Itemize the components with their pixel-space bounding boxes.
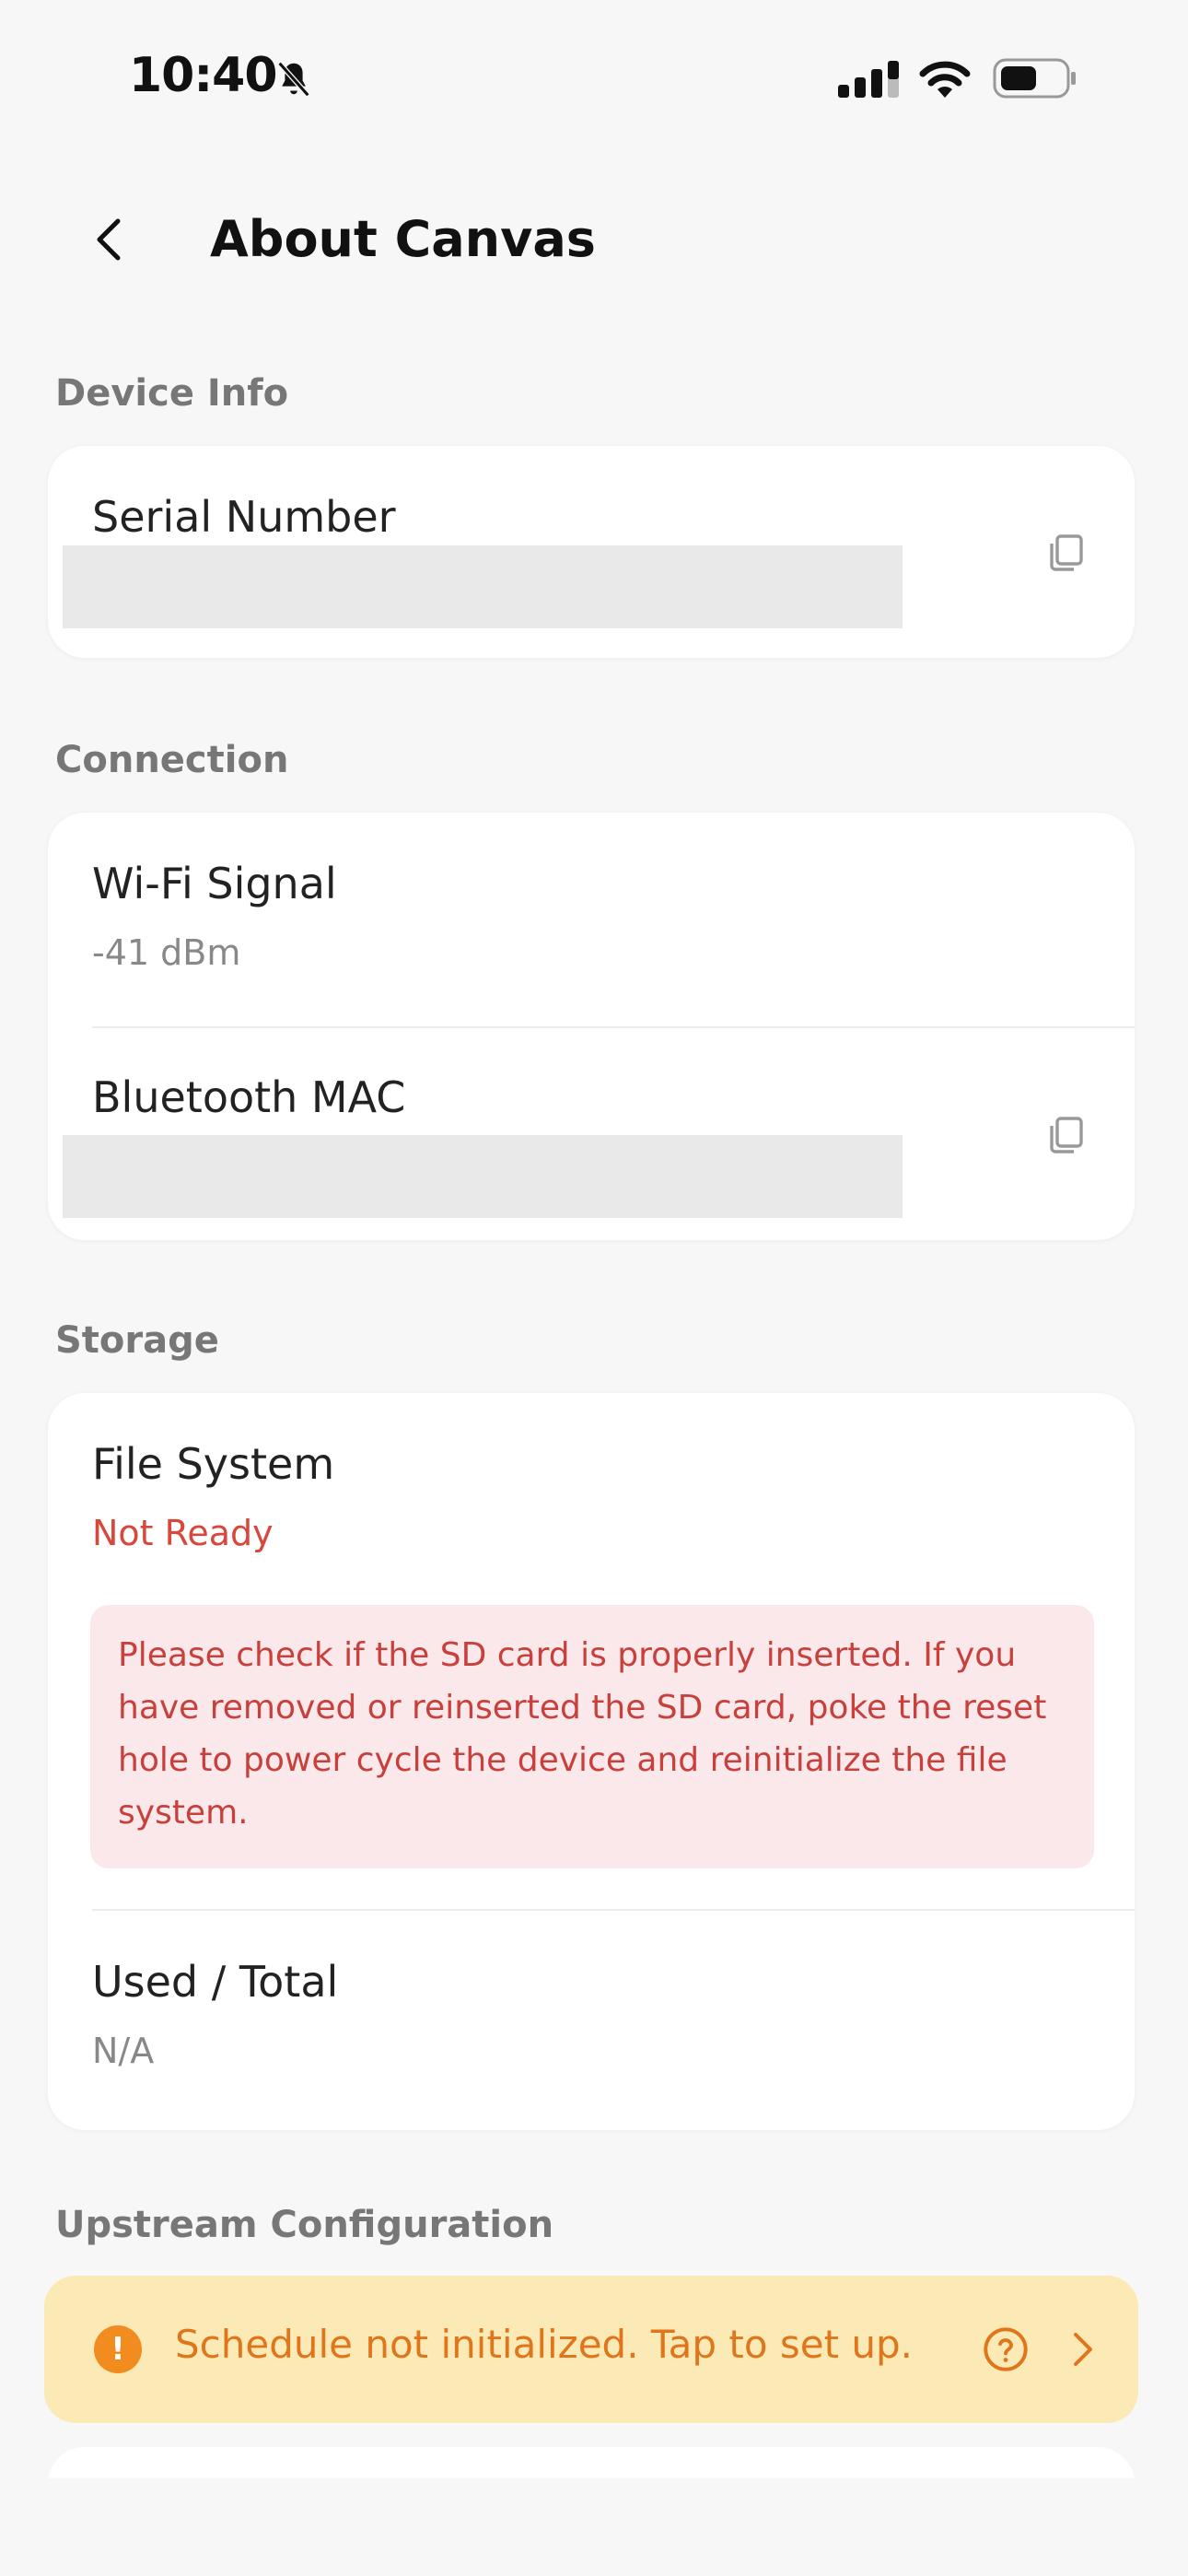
- wifi-signal-label: Wi-Fi Signal: [92, 859, 337, 908]
- schedule-setup-banner[interactable]: ! Schedule not initialized. Tap to set u…: [44, 2276, 1138, 2423]
- bottom-fade: [0, 2478, 1188, 2576]
- alert-message: Please check if the SD card is properly …: [118, 1636, 1047, 1832]
- device-info-card: Serial Number: [48, 446, 1135, 658]
- section-title-device-info: Device Info: [55, 372, 289, 415]
- chevron-right-icon[interactable]: [1065, 2329, 1101, 2370]
- section-title-upstream: Upstream Configuration: [55, 2204, 554, 2246]
- connection-card: Wi-Fi Signal -41 dBm Bluetooth MAC: [48, 813, 1135, 1240]
- header: About Canvas: [0, 184, 1188, 304]
- banner-text: Schedule not initialized. Tap to set up.: [175, 2322, 914, 2367]
- used-total-label: Used / Total: [92, 1957, 339, 2007]
- copy-icon[interactable]: [1042, 531, 1087, 575]
- page-title: About Canvas: [210, 210, 596, 268]
- file-system-label: File System: [92, 1439, 335, 1489]
- status-bar: 10:40: [0, 0, 1188, 157]
- signal-icon: [838, 61, 899, 98]
- copy-icon[interactable]: [1042, 1113, 1087, 1157]
- bluetooth-mac-redacted: [63, 1135, 903, 1218]
- status-time: 10:40: [129, 48, 278, 103]
- serial-number-redacted: [63, 545, 903, 628]
- divider: [92, 1026, 1135, 1028]
- bell-slash-icon: [277, 61, 310, 98]
- section-title-storage: Storage: [55, 1319, 219, 1362]
- wifi-signal-value: -41 dBm: [92, 932, 241, 973]
- section-title-connection: Connection: [55, 739, 289, 781]
- back-icon[interactable]: [83, 212, 138, 267]
- warning-icon: !: [94, 2325, 142, 2373]
- wifi-icon: [919, 61, 971, 98]
- file-system-status: Not Ready: [92, 1513, 274, 1553]
- help-icon[interactable]: [982, 2325, 1030, 2373]
- sd-card-alert: Please check if the SD card is properly …: [90, 1605, 1094, 1868]
- used-total-value: N/A: [92, 2031, 155, 2071]
- storage-card: File System Not Ready Please check if th…: [48, 1393, 1135, 2130]
- serial-number-label: Serial Number: [92, 492, 396, 542]
- battery-icon: [993, 58, 1076, 99]
- divider: [92, 1909, 1135, 1911]
- bluetooth-mac-label: Bluetooth MAC: [92, 1072, 406, 1122]
